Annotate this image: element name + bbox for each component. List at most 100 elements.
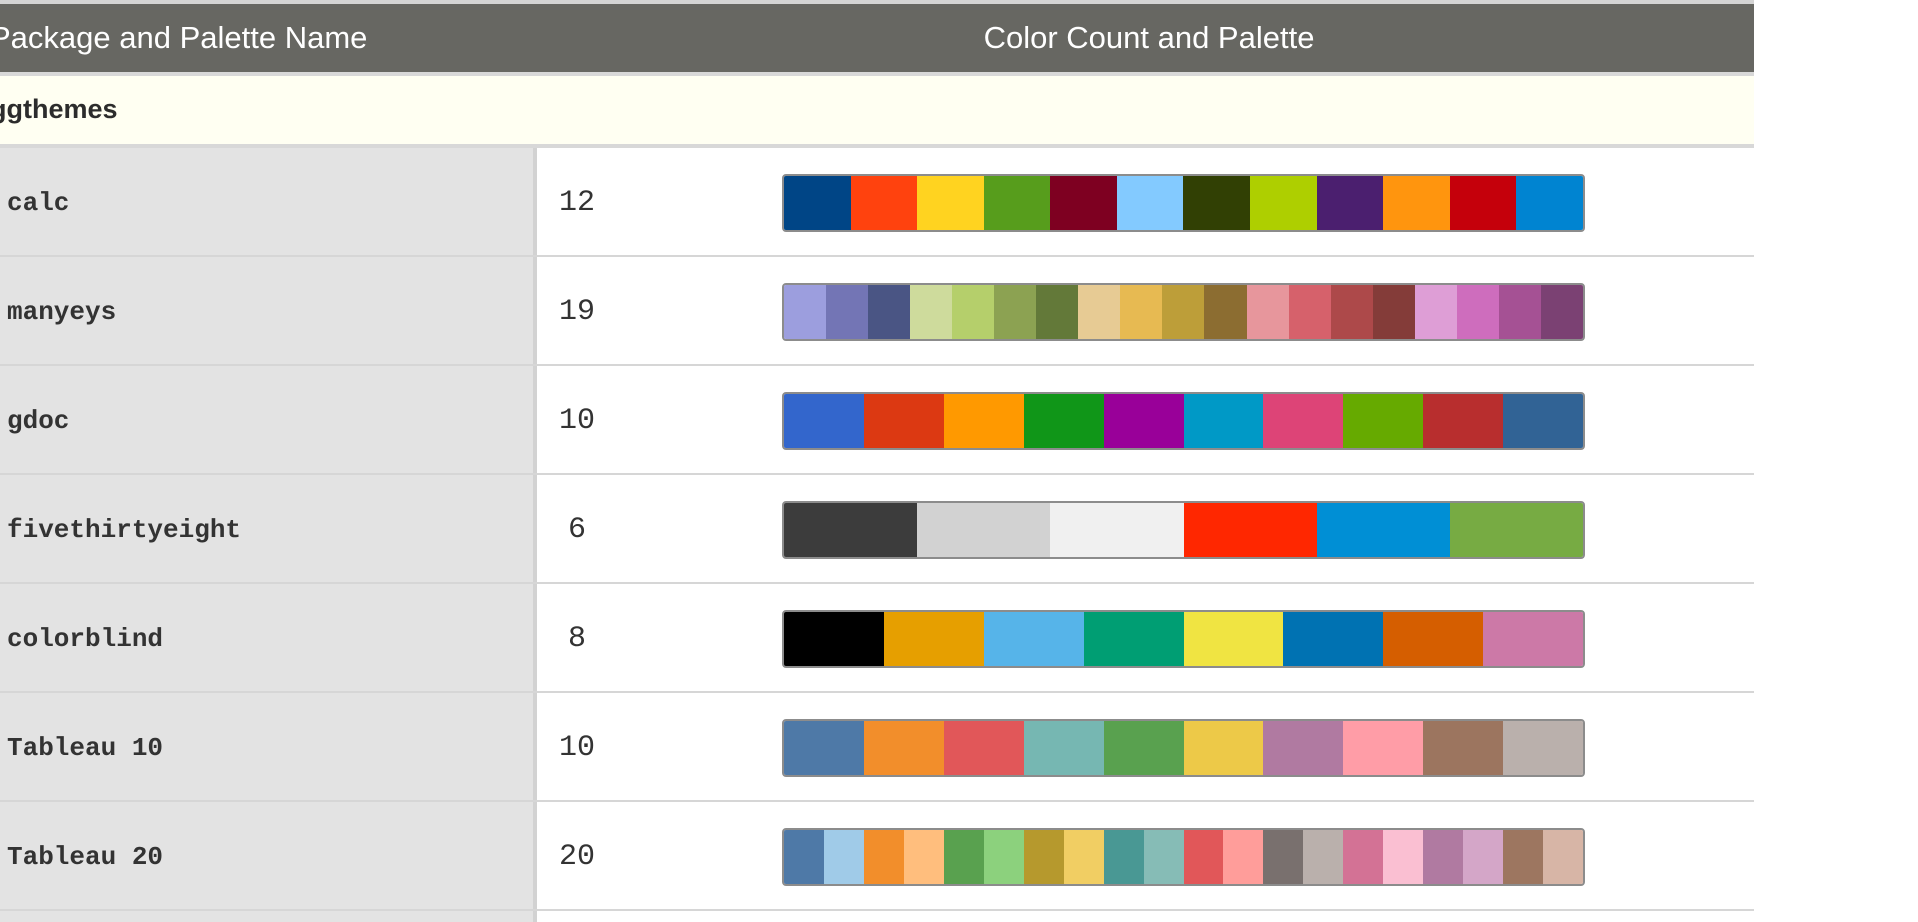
color-count: 20 <box>558 840 595 874</box>
table-row: Tableau 20 20 <box>0 802 1754 911</box>
color-swatch <box>784 285 827 339</box>
table-header: Package and Palette Name Color Count and… <box>0 4 1754 72</box>
color-swatch <box>1050 503 1184 557</box>
color-swatch <box>983 176 1051 230</box>
color-swatch <box>1083 612 1184 666</box>
color-swatch <box>784 503 918 557</box>
color-swatch <box>826 285 869 339</box>
table-row: gdoc 10 <box>0 366 1754 475</box>
color-count: 10 <box>558 404 595 438</box>
color-swatch <box>1498 285 1541 339</box>
color-swatch <box>910 285 953 339</box>
palette-swatch-bar <box>782 174 1585 232</box>
palette-name-cell: Tableau 20 <box>0 802 537 909</box>
color-swatch <box>1423 830 1464 884</box>
color-swatch <box>1078 285 1121 339</box>
color-swatch <box>994 285 1037 339</box>
color-swatch <box>1063 830 1104 884</box>
palette-name: Tableau 20 <box>7 842 164 872</box>
color-swatch <box>1423 721 1504 775</box>
color-swatch <box>1183 612 1284 666</box>
color-swatch <box>1303 830 1344 884</box>
palette-rows: calc 12 manyeys 19 gdoc 10 fivethirtyeight 6 col… <box>0 148 1754 922</box>
palette-swatch-bar <box>782 610 1585 668</box>
color-swatch <box>1543 830 1583 884</box>
color-swatch <box>1414 285 1457 339</box>
color-swatch <box>1162 285 1205 339</box>
color-swatch <box>1463 830 1504 884</box>
palette-name: calc <box>7 188 70 218</box>
color-swatch <box>1316 176 1384 230</box>
table-row: calc 12 <box>0 148 1754 257</box>
palette-name-cell: manyeys <box>0 257 537 364</box>
color-swatch <box>1423 394 1504 448</box>
color-swatch <box>1050 176 1117 230</box>
color-swatch <box>1383 830 1424 884</box>
color-count: 12 <box>558 186 595 220</box>
color-swatch <box>1120 285 1163 339</box>
color-swatch <box>1372 285 1415 339</box>
color-swatch <box>917 503 1051 557</box>
color-swatch <box>983 830 1024 884</box>
color-swatch <box>943 830 984 884</box>
color-swatch <box>1288 285 1331 339</box>
table-row: colorblind 8 <box>0 584 1754 693</box>
color-swatch <box>1283 612 1384 666</box>
color-count: 6 <box>567 513 586 547</box>
color-swatch <box>1503 721 1583 775</box>
color-count: 10 <box>558 731 595 765</box>
color-swatch <box>983 612 1084 666</box>
color-swatch <box>952 285 995 339</box>
color-swatch <box>1383 612 1484 666</box>
color-swatch <box>1183 503 1317 557</box>
palette-name: gdoc <box>7 406 70 436</box>
palette-name-cell: Tableau 10 <box>0 693 537 800</box>
color-swatch <box>1263 721 1344 775</box>
color-swatch <box>1223 830 1264 884</box>
color-count: 19 <box>558 295 595 329</box>
group-row-ggthemes: ggthemes <box>0 76 1754 148</box>
palette-name: Tableau 10 <box>7 733 164 763</box>
palette-name-cell: colorblind <box>0 584 537 691</box>
color-swatch <box>1343 721 1424 775</box>
palette-name: colorblind <box>7 624 164 654</box>
palette-swatch-bar <box>782 719 1585 777</box>
color-swatch <box>1183 176 1251 230</box>
color-swatch <box>1023 721 1104 775</box>
palette-name: fivethirtyeight <box>7 515 242 545</box>
group-label: ggthemes <box>0 94 118 124</box>
color-swatch <box>1343 830 1384 884</box>
color-swatch <box>1383 176 1450 230</box>
color-swatch <box>784 721 864 775</box>
color-swatch <box>1183 394 1264 448</box>
header-color-count-palette: Color Count and Palette <box>983 20 1315 55</box>
color-swatch <box>1316 503 1450 557</box>
color-swatch <box>1036 285 1079 339</box>
palette-name-cell: fivethirtyeight <box>0 475 537 582</box>
palette-name-cell: calc <box>0 148 537 255</box>
color-swatch <box>1103 721 1184 775</box>
color-swatch <box>784 612 884 666</box>
palette-swatch-bar <box>782 392 1585 450</box>
color-swatch <box>863 721 944 775</box>
page: Package and Palette Name Color Count and… <box>0 0 1918 922</box>
table-row-partial <box>0 911 1754 922</box>
color-swatch <box>1143 830 1184 884</box>
color-swatch <box>868 285 911 339</box>
color-swatch <box>1456 285 1499 339</box>
color-swatch <box>943 721 1024 775</box>
color-swatch <box>863 394 944 448</box>
color-swatch <box>1503 830 1544 884</box>
color-swatch <box>903 830 944 884</box>
color-swatch <box>1330 285 1373 339</box>
color-swatch <box>1023 830 1064 884</box>
color-swatch <box>863 830 904 884</box>
color-swatch <box>1503 394 1583 448</box>
table-row: Tableau 10 10 <box>0 693 1754 802</box>
palette-swatch-bar <box>782 828 1585 886</box>
color-swatch <box>850 176 918 230</box>
color-swatch <box>823 830 864 884</box>
palette-name-cell <box>0 911 537 922</box>
color-swatch <box>784 394 864 448</box>
color-swatch <box>1246 285 1289 339</box>
